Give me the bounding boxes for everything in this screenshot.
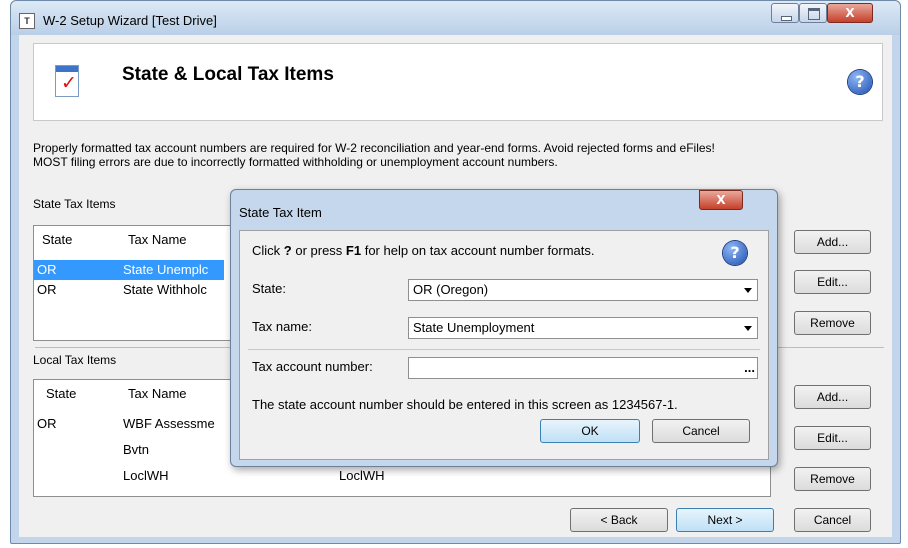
row-state: OR <box>37 416 57 431</box>
intro-line-1: Properly formatted tax account numbers a… <box>33 141 715 155</box>
dialog-divider <box>248 349 760 350</box>
dialog-cancel-button[interactable]: Cancel <box>652 419 750 443</box>
state-select-value: OR (Oregon) <box>413 282 489 297</box>
state-add-button[interactable]: Add... <box>794 230 871 254</box>
browse-ellipsis-button[interactable]: ... <box>744 358 755 378</box>
row-tax-name: State Unemplc <box>123 262 209 277</box>
help-text-f1-key: F1 <box>345 243 362 258</box>
next-button[interactable]: Next > <box>676 508 774 532</box>
row-tax-name: WBF Assessme <box>123 416 215 431</box>
table-row[interactable]: OR State Unemplc <box>34 260 224 280</box>
help-text-part: for help on tax account number formats. <box>361 243 595 258</box>
dialog-close-button[interactable]: X <box>699 190 743 210</box>
back-button[interactable]: < Back <box>570 508 668 532</box>
window-title: W-2 Setup Wizard [Test Drive] <box>43 13 217 28</box>
dialog-title: State Tax Item <box>239 205 322 220</box>
maximize-button[interactable] <box>799 3 827 23</box>
row-state: OR <box>37 282 57 297</box>
page-title: State & Local Tax Items <box>122 64 334 85</box>
state-select[interactable]: OR (Oregon) <box>408 279 758 301</box>
row-tax-name: LoclWH <box>123 468 169 483</box>
column-header-state[interactable]: State <box>46 380 76 408</box>
help-icon[interactable]: ? <box>723 241 747 265</box>
minimize-icon <box>781 16 792 21</box>
state-edit-button[interactable]: Edit... <box>794 270 871 294</box>
maximize-icon <box>808 8 820 20</box>
tax-account-number-label: Tax account number: <box>252 359 373 374</box>
local-add-button[interactable]: Add... <box>794 385 871 409</box>
row-state: OR <box>37 262 57 277</box>
intro-text: Properly formatted tax account numbers a… <box>33 141 893 169</box>
chevron-down-icon <box>744 326 752 331</box>
tax-account-number-input[interactable]: ... <box>408 357 758 379</box>
help-text-part: Click <box>252 243 284 258</box>
row-extra: LoclWH <box>339 468 385 483</box>
state-tax-items-label: State Tax Items <box>33 197 116 211</box>
column-header-tax-name[interactable]: Tax Name <box>128 226 187 254</box>
close-icon: X <box>845 6 855 20</box>
page-header: ✓ State & Local Tax Items ? <box>33 43 883 121</box>
local-edit-button[interactable]: Edit... <box>794 426 871 450</box>
chevron-down-icon <box>744 288 752 293</box>
tax-name-select-value: State Unemployment <box>413 320 535 335</box>
checklist-document-icon: ✓ <box>55 65 79 97</box>
help-icon[interactable]: ? <box>848 70 872 94</box>
tax-name-label: Tax name: <box>252 319 312 334</box>
state-remove-button[interactable]: Remove <box>794 311 871 335</box>
state-label: State: <box>252 281 286 296</box>
close-button[interactable]: X <box>827 3 873 23</box>
row-tax-name: Bvtn <box>123 442 150 457</box>
column-header-tax-name[interactable]: Tax Name <box>128 380 187 408</box>
table-row[interactable]: LoclWH LoclWH <box>34 466 770 486</box>
dialog-help-text: Click ? or press F1 for help on tax acco… <box>252 243 595 258</box>
close-icon: X <box>716 193 726 207</box>
help-text-question-mark: ? <box>283 243 292 258</box>
state-tax-item-dialog: State Tax Item X Click ? or press F1 for… <box>230 189 778 467</box>
tax-name-select[interactable]: State Unemployment <box>408 317 758 339</box>
intro-line-2: MOST filing errors are due to incorrectl… <box>33 155 558 169</box>
local-remove-button[interactable]: Remove <box>794 467 871 491</box>
dialog-body: Click ? or press F1 for help on tax acco… <box>239 230 769 460</box>
minimize-button[interactable] <box>771 3 799 23</box>
ok-button[interactable]: OK <box>540 419 640 443</box>
account-format-note: The state account number should be enter… <box>252 397 678 412</box>
app-icon: T <box>19 13 35 29</box>
title-bar[interactable]: T W-2 Setup Wizard [Test Drive] X <box>11 1 900 35</box>
help-text-part: or press <box>291 243 346 258</box>
local-tax-items-label: Local Tax Items <box>33 353 117 367</box>
table-row[interactable]: OR State Withholc <box>34 280 224 300</box>
column-header-state[interactable]: State <box>42 226 72 254</box>
cancel-button[interactable]: Cancel <box>794 508 871 532</box>
row-tax-name: State Withholc <box>123 282 207 297</box>
